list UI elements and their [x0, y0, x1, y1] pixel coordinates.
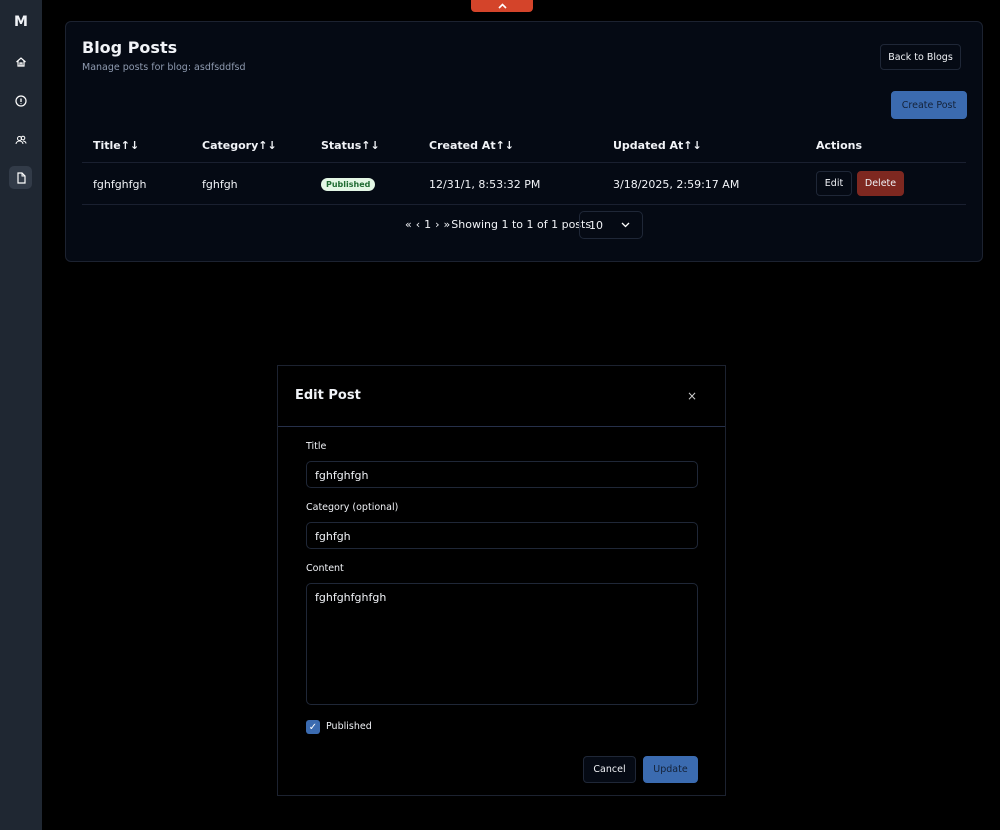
- create-post-button[interactable]: Create Post: [891, 91, 967, 119]
- cell-updated: 3/18/2025, 2:59:17 AM: [613, 178, 740, 191]
- page-subtitle: Manage posts for blog: asdfsddfsd: [82, 62, 246, 73]
- content-textarea[interactable]: fghfghfghfgh: [306, 583, 698, 705]
- check-icon: ✓: [308, 721, 318, 733]
- published-checkbox[interactable]: ✓: [306, 720, 320, 734]
- edit-button[interactable]: Edit: [816, 171, 852, 196]
- pagination: « ‹ 1 › » Showing 1 to 1 of 1 posts: [405, 218, 591, 231]
- column-actions: Actions: [816, 139, 862, 152]
- chevron-down-icon: [621, 222, 630, 228]
- update-button[interactable]: Update: [643, 756, 698, 783]
- category-label: Category (optional): [306, 502, 399, 513]
- published-label: Published: [326, 721, 372, 732]
- column-updated-at[interactable]: Updated At↑↓: [613, 139, 702, 152]
- status-badge: Published: [321, 178, 376, 191]
- back-to-blogs-button[interactable]: Back to Blogs: [880, 44, 961, 70]
- users-icon: [15, 135, 26, 144]
- divider: [82, 162, 966, 163]
- modal-title: Edit Post: [295, 388, 361, 403]
- first-page-button[interactable]: «: [405, 218, 412, 231]
- title-label: Title: [306, 441, 327, 452]
- page-size-value: 10: [589, 218, 603, 232]
- nav-info[interactable]: [9, 89, 32, 112]
- divider: [82, 204, 966, 205]
- column-category[interactable]: Category↑↓: [202, 139, 277, 152]
- pagination-summary: Showing 1 to 1 of 1 posts: [451, 218, 592, 231]
- sidebar: M: [0, 0, 42, 830]
- category-input[interactable]: fghfgh: [306, 522, 698, 549]
- logo: M: [14, 14, 28, 30]
- page-number[interactable]: 1: [424, 218, 431, 231]
- title-input[interactable]: fghfghfgh: [306, 461, 698, 488]
- nav-posts[interactable]: [9, 166, 32, 189]
- content-label: Content: [306, 563, 344, 574]
- blog-posts-card: Blog Posts Manage posts for blog: asdfsd…: [65, 21, 983, 262]
- nav-home[interactable]: [9, 50, 32, 73]
- modal-header: Edit Post ×: [278, 366, 725, 427]
- info-icon: [14, 94, 27, 107]
- page-title: Blog Posts: [82, 38, 178, 57]
- cell-created: 12/31/1, 8:53:32 PM: [429, 178, 541, 191]
- column-created-at[interactable]: Created At↑↓: [429, 139, 514, 152]
- column-status[interactable]: Status↑↓: [321, 139, 380, 152]
- next-page-button[interactable]: ›: [435, 218, 439, 231]
- last-page-button[interactable]: »: [444, 218, 451, 231]
- cell-title: fghfghfgh: [93, 178, 147, 191]
- page-size-select[interactable]: 10: [579, 211, 643, 239]
- cell-category: fghfgh: [202, 178, 238, 191]
- collapse-tab[interactable]: [471, 0, 533, 12]
- chevron-up-icon: [497, 3, 507, 9]
- edit-post-modal: Edit Post × Title fghfghfgh Category (op…: [277, 365, 726, 796]
- home-icon: [15, 56, 26, 67]
- delete-button[interactable]: Delete: [857, 171, 904, 196]
- nav-users[interactable]: [9, 128, 32, 151]
- document-icon: [16, 171, 26, 184]
- column-title[interactable]: Title↑↓: [93, 139, 139, 152]
- close-icon[interactable]: ×: [687, 389, 697, 403]
- prev-page-button[interactable]: ‹: [416, 218, 420, 231]
- cancel-button[interactable]: Cancel: [583, 756, 636, 783]
